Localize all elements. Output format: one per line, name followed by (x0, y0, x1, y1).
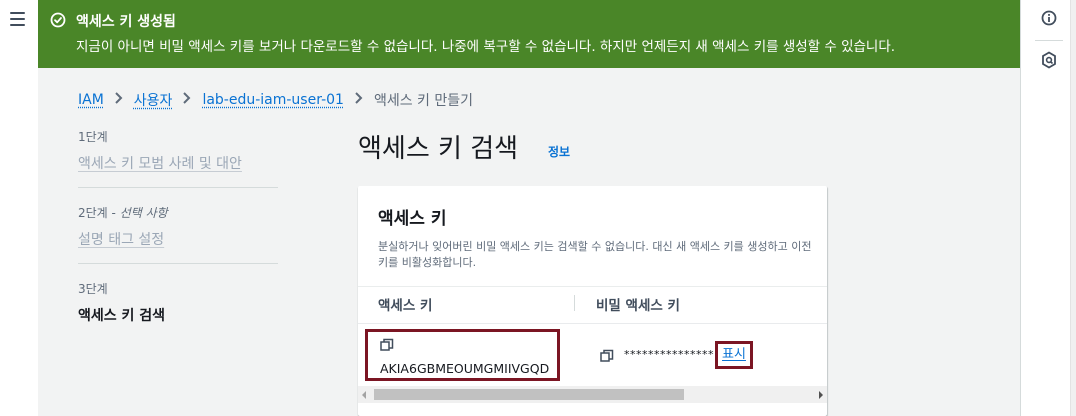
copy-icon[interactable] (380, 338, 394, 352)
breadcrumb-iam[interactable]: IAM (78, 92, 104, 108)
column-divider (574, 295, 575, 311)
flash-title: 액세스 키 생성됨 (76, 14, 176, 30)
panel-header: 액세스 키 분실하거나 잊어버린 비밀 액세스 키는 검색할 수 없습니다. 대… (378, 204, 818, 271)
step-current-retrieve: 액세스 키 검색 (78, 308, 166, 324)
step-link-tags[interactable]: 설명 태그 설정 (78, 229, 278, 249)
left-nav-rail (0, 0, 38, 416)
security-hex-icon[interactable] (1021, 51, 1076, 73)
step-divider (78, 263, 278, 264)
step-number: 1단계 (78, 130, 108, 144)
copy-icon[interactable] (600, 349, 614, 363)
breadcrumb-users[interactable]: 사용자 (134, 90, 173, 110)
step-divider (78, 187, 278, 188)
step-number: 3단계 (78, 282, 108, 296)
chevron-right-icon (182, 92, 192, 108)
access-key-panel: 액세스 키 분실하거나 잊어버린 비밀 액세스 키는 검색할 수 없습니다. 대… (358, 186, 827, 416)
show-secret-button[interactable]: 표시 (715, 341, 753, 369)
flash-message: 지금이 아니면 비밀 액세스 키를 보거나 다운로드할 수 없습니다. 나중에 … (76, 39, 896, 55)
wizard-step-3: 3단계 액세스 키 검색 (78, 280, 278, 325)
info-icon[interactable] (1021, 10, 1076, 30)
page-title: 액세스 키 검색 (358, 134, 519, 164)
divider (358, 323, 827, 324)
secret-key-masked: *************** (624, 348, 714, 361)
chevron-right-icon (114, 92, 124, 108)
scroll-left-arrow-icon[interactable] (362, 391, 366, 399)
info-link[interactable]: 정보 (548, 143, 570, 160)
column-header-secret-key: 비밀 액세스 키 (596, 298, 680, 314)
chevron-right-icon (354, 92, 364, 108)
step-link-best-practices[interactable]: 액세스 키 모범 사례 및 대안 (78, 153, 278, 173)
breadcrumb-current: 액세스 키 만들기 (373, 93, 473, 109)
wizard-step-2: 2단계 - 선택 사항 설명 태그 설정 (78, 204, 278, 249)
right-tools-rail (1020, 0, 1076, 416)
menu-icon[interactable] (10, 12, 25, 26)
success-check-icon (50, 12, 66, 28)
wizard-steps: 1단계 액세스 키 모범 사례 및 대안 2단계 - 선택 사항 설명 태그 설… (78, 128, 278, 325)
rail-divider (1035, 40, 1063, 41)
scrollbar-thumb[interactable] (374, 389, 684, 400)
access-key-cell: AKIA6GBMEOUMGMIIVGQD (365, 329, 560, 381)
breadcrumb: IAM 사용자 lab-edu-iam-user-01 액세스 키 만들기 (78, 90, 473, 110)
panel-title: 액세스 키 (378, 209, 447, 229)
horizontal-scrollbar[interactable] (358, 386, 827, 403)
divider (358, 286, 827, 287)
breadcrumb-user-detail[interactable]: lab-edu-iam-user-01 (202, 92, 344, 108)
success-flash-banner: 액세스 키 생성됨 지금이 아니면 비밀 액세스 키를 보거나 다운로드할 수 … (38, 0, 1020, 68)
scroll-right-arrow-icon[interactable] (819, 391, 823, 399)
access-key-value: AKIA6GBMEOUMGMIIVGQD (380, 361, 550, 376)
wizard-step-1: 1단계 액세스 키 모범 사례 및 대안 (78, 128, 278, 173)
page-scrollbar[interactable] (1070, 0, 1076, 416)
step-number: 2단계 - 선택 사항 (78, 206, 168, 220)
column-header-access-key: 액세스 키 (378, 298, 433, 314)
step-optional-label: 선택 사항 (119, 206, 168, 220)
panel-description: 분실하거나 잊어버린 비밀 액세스 키는 검색할 수 없습니다. 대신 새 액세… (378, 240, 812, 269)
